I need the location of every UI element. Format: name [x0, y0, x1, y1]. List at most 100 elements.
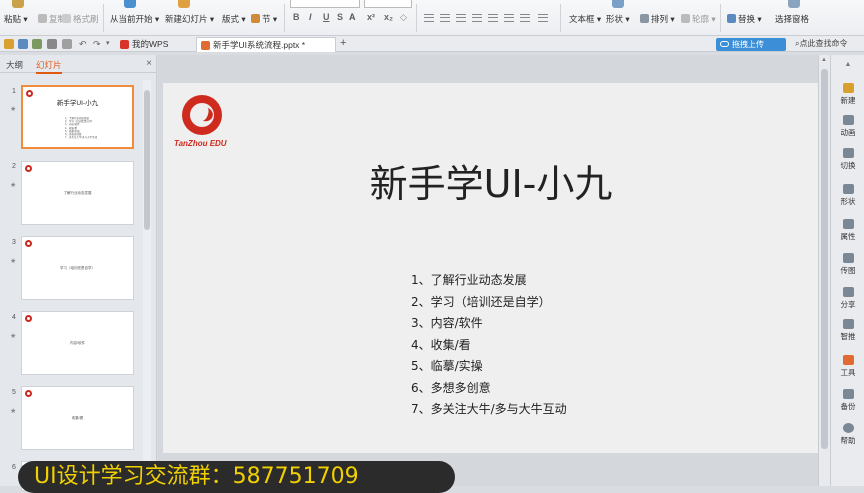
scroll-thumb[interactable] — [821, 69, 828, 449]
new-tab-button[interactable]: + — [340, 37, 346, 49]
new-button[interactable]: 新建 — [831, 83, 864, 106]
pane-scrollbar[interactable] — [143, 80, 151, 480]
logo-icon — [25, 315, 32, 322]
section-icon — [251, 14, 260, 23]
open-icon[interactable] — [4, 39, 14, 49]
list-item: 6、多想多创意 — [411, 380, 491, 395]
arrange-button[interactable]: 排列 ▾ — [640, 13, 675, 25]
clear-format-icon[interactable]: ◇ — [400, 12, 407, 23]
slide-title[interactable]: 新手学UI-小九 — [163, 153, 819, 208]
superscript-button[interactable]: x² — [367, 12, 375, 22]
upload-button[interactable]: 拖拽上传 — [716, 38, 786, 51]
export-icon[interactable] — [32, 39, 42, 49]
upload-image-button[interactable]: 传图 — [831, 253, 864, 276]
tab-my-wps[interactable]: 我的WPS — [116, 37, 174, 52]
distribute-icon[interactable] — [488, 14, 498, 22]
logo-icon — [25, 165, 32, 172]
save-icon[interactable] — [18, 39, 28, 49]
text-shadow-button[interactable]: A — [349, 12, 356, 22]
scroll-up-icon[interactable]: ▲ — [821, 57, 827, 63]
outline-icon — [681, 14, 690, 23]
preview-icon[interactable] — [62, 39, 72, 49]
animation-star-icon: ★ — [10, 182, 17, 189]
font-name-select[interactable] — [290, 0, 360, 8]
close-icon[interactable]: × — [146, 58, 152, 69]
section-button[interactable]: 节 ▾ — [251, 13, 277, 25]
align-right-icon[interactable] — [456, 14, 466, 22]
group-banner: UI设计学习交流群：587751709 — [18, 461, 455, 493]
play-from-current-button[interactable]: 从当前开始 ▾ — [110, 13, 159, 25]
list-item: 4、收集/看 — [411, 337, 471, 352]
copy-icon — [38, 14, 47, 23]
textbox-button[interactable]: 文本框 ▾ — [569, 13, 601, 25]
select-pane-button[interactable]: 选择窗格 — [775, 13, 809, 25]
replace-button[interactable]: 替换 ▾ — [727, 13, 762, 25]
arrange-icon — [640, 14, 649, 23]
subscript-button[interactable]: x₂ — [384, 12, 393, 22]
list-item: 1、了解行业动态发展 — [411, 273, 527, 287]
pane-tabs: 大纲 幻灯片 × — [0, 55, 156, 74]
shape-icon — [612, 0, 624, 8]
smart-recommend-button[interactable]: 智推 — [831, 319, 864, 342]
slide-thumbnail-4[interactable]: 内容/软件 — [21, 311, 134, 375]
properties-button[interactable]: 属性 — [831, 219, 864, 242]
line-spacing-icon[interactable] — [504, 14, 514, 22]
divider — [284, 4, 285, 32]
slide-number: 2 — [12, 163, 16, 170]
command-search[interactable]: ⌕点此查找命令 — [795, 38, 847, 49]
align-center-icon[interactable] — [440, 14, 450, 22]
align-left-icon[interactable] — [424, 14, 434, 22]
format-painter-button[interactable]: 格式刷 — [62, 13, 99, 25]
undo-icon[interactable]: ↶ — [79, 39, 89, 49]
bold-button[interactable]: B — [293, 12, 300, 22]
italic-button[interactable]: I — [309, 12, 312, 22]
paste-button[interactable]: 粘贴 ▾ — [4, 13, 28, 25]
redo-icon[interactable]: ↷ — [93, 39, 103, 49]
shape-panel-button[interactable]: 形状 — [831, 184, 864, 207]
shape-icon — [842, 184, 854, 194]
slide-canvas[interactable]: TanZhou EDU 新手学UI-小九 1、了解行业动态发展 2、学习（培训还… — [163, 83, 819, 453]
transition-button[interactable]: 切换 — [831, 148, 864, 171]
layout-button[interactable]: 版式 ▾ — [222, 13, 246, 25]
collapse-icon[interactable]: ▲ — [831, 61, 864, 68]
replace-icon — [727, 14, 736, 23]
slide-thumbnail-2[interactable]: 了解行业动态发展 — [21, 161, 134, 225]
select-pane-icon — [788, 0, 800, 8]
text-direction-icon[interactable] — [538, 14, 548, 22]
slide-content-list[interactable]: 1、了解行业动态发展 2、学习（培训还是自学） 3、内容/软件 4、收集/看 5… — [411, 271, 567, 422]
tab-document[interactable]: 新手学UI系统流程.pptx * — [196, 37, 336, 52]
strikethrough-button[interactable]: S — [337, 12, 343, 22]
help-button[interactable]: 帮助 — [831, 423, 864, 446]
transition-icon — [842, 148, 854, 158]
smart-icon — [842, 319, 854, 329]
slide-thumbnail-5[interactable]: 收集/看 — [21, 386, 134, 450]
more-icon[interactable]: ▾ — [106, 39, 116, 49]
font-size-select[interactable] — [364, 0, 412, 8]
animation-star-icon: ★ — [10, 333, 17, 340]
image-icon — [842, 253, 854, 263]
toolbox-icon — [842, 355, 854, 365]
thumbnail-list: 1、了解行业动态发展 2、学习（培训还是自学） 3、内容/软件 4、收集/看 5… — [65, 117, 98, 140]
slide-thumbnail-3[interactable]: 学习（培训还是自学） — [21, 236, 134, 300]
tools-button[interactable]: 工具 — [831, 355, 864, 378]
backup-icon — [842, 389, 854, 399]
slide-thumbnail-1[interactable]: 新手学UI-小九 1、了解行业动态发展 2、学习（培训还是自学） 3、内容/软件… — [21, 85, 134, 149]
new-slide-button[interactable]: 新建幻灯片 ▾ — [165, 13, 214, 25]
scroll-thumb[interactable] — [144, 90, 150, 230]
tab-slides[interactable]: 幻灯片 — [36, 59, 62, 74]
share-button[interactable]: 分享 — [831, 287, 864, 310]
animation-icon — [842, 115, 854, 125]
print-icon[interactable] — [47, 39, 57, 49]
slide-number: 6 — [12, 464, 16, 471]
justify-icon[interactable] — [472, 14, 482, 22]
outline-button[interactable]: 轮廓 ▾ — [681, 13, 716, 25]
tab-outline[interactable]: 大纲 — [6, 59, 23, 71]
underline-button[interactable]: U — [323, 12, 330, 22]
animation-button[interactable]: 动画 — [831, 115, 864, 138]
tanzhou-logo-icon — [182, 95, 222, 135]
columns-icon[interactable] — [520, 14, 530, 22]
pptx-file-icon — [201, 41, 210, 50]
canvas-scrollbar[interactable]: ▲ — [818, 55, 830, 486]
backup-button[interactable]: 备份 — [831, 389, 864, 412]
shape-button[interactable]: 形状 ▾ — [606, 13, 630, 25]
